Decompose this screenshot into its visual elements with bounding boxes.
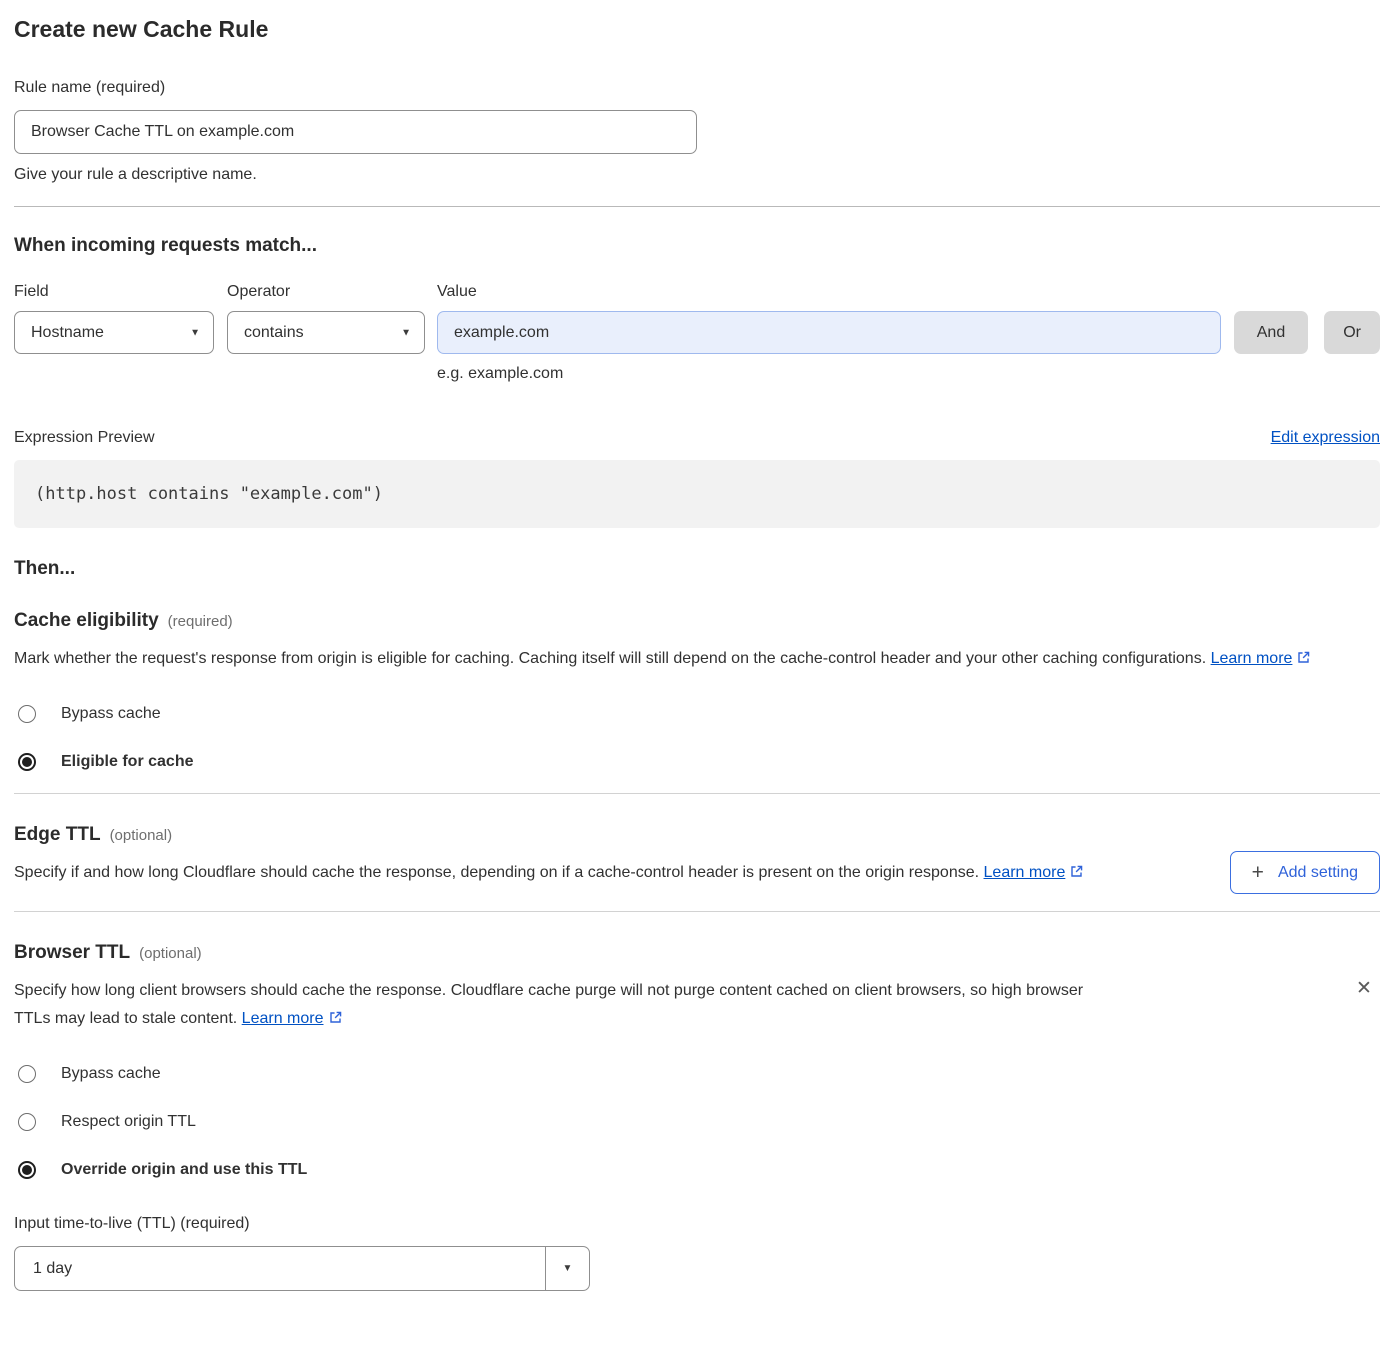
rule-name-helper: Give your rule a descriptive name.: [14, 166, 1380, 184]
or-button[interactable]: Or: [1324, 311, 1380, 354]
radio-option-bypass-cache[interactable]: Bypass cache: [18, 705, 1380, 723]
page-title: Create new Cache Rule: [14, 16, 1380, 43]
field-select[interactable]: Hostname ▼: [14, 311, 214, 354]
browser-ttl-section: Browser TTL (optional) ✕ Specify how lon…: [14, 942, 1380, 1291]
and-button[interactable]: And: [1234, 311, 1308, 354]
operator-column-label: Operator: [227, 283, 437, 301]
radio-selected-icon: [18, 753, 36, 771]
rule-name-value: Browser Cache TTL on example.com: [31, 123, 294, 141]
learn-more-link[interactable]: Learn more: [1211, 650, 1293, 667]
chevron-down-icon: ▼: [545, 1247, 589, 1290]
value-input[interactable]: example.com: [437, 311, 1221, 354]
radio-label: Eligible for cache: [61, 753, 193, 771]
expression-preview-row: Expression Preview Edit expression: [14, 429, 1380, 447]
radio-label: Bypass cache: [61, 1065, 161, 1083]
ttl-select-value: 1 day: [15, 1247, 72, 1290]
section-divider: [14, 911, 1380, 912]
external-link-icon: [328, 1012, 343, 1029]
add-setting-label: Add setting: [1278, 864, 1358, 882]
value-hint: e.g. example.com: [437, 365, 1380, 383]
chevron-down-icon: ▼: [401, 327, 411, 338]
match-column-labels: Field Operator Value: [14, 283, 1380, 301]
radio-label: Override origin and use this TTL: [61, 1161, 307, 1179]
rule-name-input[interactable]: Browser Cache TTL on example.com: [14, 110, 697, 154]
radio-option-bypass-cache[interactable]: Bypass cache: [18, 1065, 1380, 1083]
edge-ttl-optional-tag: (optional): [110, 827, 173, 844]
radio-selected-icon: [18, 1161, 36, 1179]
edit-expression-link[interactable]: Edit expression: [1271, 429, 1380, 447]
expression-preview-label: Expression Preview: [14, 429, 155, 447]
then-heading: Then...: [14, 558, 1380, 580]
radio-option-override-origin-ttl[interactable]: Override origin and use this TTL: [18, 1161, 1380, 1179]
chevron-down-icon: ▼: [190, 327, 200, 338]
section-divider: [14, 793, 1380, 794]
field-column-label: Field: [14, 283, 227, 301]
create-cache-rule-page: Create new Cache Rule Rule name (require…: [0, 0, 1400, 1311]
edge-ttl-title: Edge TTL: [14, 824, 101, 846]
value-input-text: example.com: [454, 324, 549, 342]
browser-ttl-title: Browser TTL: [14, 942, 130, 964]
match-condition-row: Hostname ▼ contains ▼ example.com And Or: [14, 311, 1380, 354]
browser-ttl-description: Specify how long client browsers should …: [14, 977, 1104, 1035]
operator-select[interactable]: contains ▼: [227, 311, 425, 354]
rule-name-label: Rule name (required): [14, 79, 1380, 97]
section-divider: [14, 206, 1380, 207]
value-column-label: Value: [437, 283, 477, 301]
radio-option-respect-origin-ttl[interactable]: Respect origin TTL: [18, 1113, 1380, 1131]
edge-ttl-section: Edge TTL (optional) + Add setting Specif…: [14, 824, 1380, 889]
plus-icon: +: [1252, 862, 1264, 883]
browser-ttl-description-text: Specify how long client browsers should …: [14, 982, 1083, 1027]
browser-ttl-title-row: Browser TTL (optional): [14, 942, 1380, 964]
radio-unselected-icon: [18, 1065, 36, 1083]
cache-eligibility-description-text: Mark whether the request's response from…: [14, 650, 1206, 667]
add-setting-button[interactable]: + Add setting: [1230, 851, 1380, 894]
radio-option-eligible-for-cache[interactable]: Eligible for cache: [18, 753, 1380, 771]
expression-code-block: (http.host contains "example.com"): [14, 460, 1380, 528]
ttl-input-label: Input time-to-live (TTL) (required): [14, 1215, 1380, 1233]
radio-label: Bypass cache: [61, 705, 161, 723]
ttl-select[interactable]: 1 day ▼: [14, 1246, 590, 1291]
radio-label: Respect origin TTL: [61, 1113, 196, 1131]
radio-unselected-icon: [18, 1113, 36, 1131]
cache-eligibility-required-tag: (required): [168, 613, 233, 630]
edge-ttl-description: Specify if and how long Cloudflare shoul…: [14, 859, 1129, 889]
learn-more-link[interactable]: Learn more: [242, 1010, 324, 1027]
cache-eligibility-title-row: Cache eligibility (required): [14, 610, 1380, 632]
browser-ttl-optional-tag: (optional): [139, 945, 202, 962]
match-heading: When incoming requests match...: [14, 235, 1380, 257]
edge-ttl-title-row: Edge TTL (optional): [14, 824, 1380, 846]
cache-eligibility-section: Cache eligibility (required) Mark whethe…: [14, 610, 1380, 771]
close-icon[interactable]: ✕: [1354, 978, 1374, 998]
field-select-value: Hostname: [31, 324, 104, 342]
external-link-icon: [1069, 866, 1084, 883]
edge-ttl-description-text: Specify if and how long Cloudflare shoul…: [14, 864, 979, 881]
cache-eligibility-description: Mark whether the request's response from…: [14, 645, 1364, 675]
learn-more-link[interactable]: Learn more: [984, 864, 1066, 881]
external-link-icon: [1296, 652, 1311, 669]
operator-select-value: contains: [244, 324, 304, 342]
radio-unselected-icon: [18, 705, 36, 723]
cache-eligibility-title: Cache eligibility: [14, 610, 159, 632]
